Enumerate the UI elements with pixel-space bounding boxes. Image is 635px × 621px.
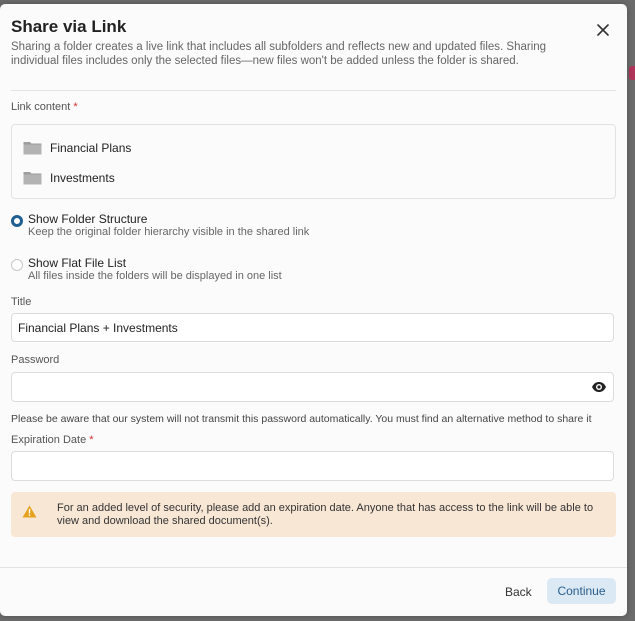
option-folder-structure[interactable]: Show Folder Structure Keep the original … xyxy=(11,212,309,239)
option-flat-file-list[interactable]: Show Flat File List All files inside the… xyxy=(11,256,282,283)
list-item[interactable]: Investments xyxy=(23,170,115,185)
title-input[interactable] xyxy=(11,313,614,342)
password-note: Please be aware that our system will not… xyxy=(11,413,592,425)
option-description: Keep the original folder hierarchy visib… xyxy=(28,226,310,238)
option-description: All files inside the folders will be dis… xyxy=(28,270,282,282)
required-mark: * xyxy=(73,101,78,113)
folder-name: Investments xyxy=(50,170,115,185)
password-input[interactable] xyxy=(11,372,614,402)
header-divider xyxy=(11,90,616,91)
folder-name: Financial Plans xyxy=(50,140,132,155)
title-label: Title xyxy=(11,296,32,308)
backdrop xyxy=(629,66,635,80)
option-title: Show Folder Structure xyxy=(28,212,148,226)
back-button[interactable]: Back xyxy=(496,580,541,604)
warning-icon xyxy=(22,505,37,518)
required-mark: * xyxy=(89,434,94,446)
share-link-dialog: Share via Link Sharing a folder creates … xyxy=(0,4,627,616)
footer-divider xyxy=(0,567,627,568)
radio-unselected[interactable] xyxy=(11,259,23,271)
expiration-date-label-text: Expiration Date xyxy=(11,434,87,446)
warning-banner: For an added level of security, please a… xyxy=(11,492,616,537)
continue-button[interactable]: Continue xyxy=(547,578,616,604)
expiration-date-label: Expiration Date * xyxy=(11,434,94,446)
password-label: Password xyxy=(11,354,60,366)
list-item[interactable]: Financial Plans xyxy=(23,140,131,155)
folder-icon xyxy=(23,172,42,185)
warning-text: For an added level of security, please a… xyxy=(57,502,594,527)
eye-icon[interactable] xyxy=(591,381,607,393)
dialog-title: Share via Link xyxy=(11,17,127,36)
option-title: Show Flat File List xyxy=(28,256,127,270)
close-button[interactable] xyxy=(589,16,617,44)
radio-selected[interactable] xyxy=(11,215,23,227)
expiration-date-input[interactable] xyxy=(11,451,614,481)
dialog-description: Sharing a folder creates a live link tha… xyxy=(11,41,547,67)
link-content-list: Financial Plans Investments xyxy=(11,124,616,199)
link-content-label-text: Link content xyxy=(11,101,71,113)
close-icon xyxy=(597,24,609,36)
folder-icon xyxy=(23,142,42,155)
link-content-label: Link content * xyxy=(11,101,78,113)
